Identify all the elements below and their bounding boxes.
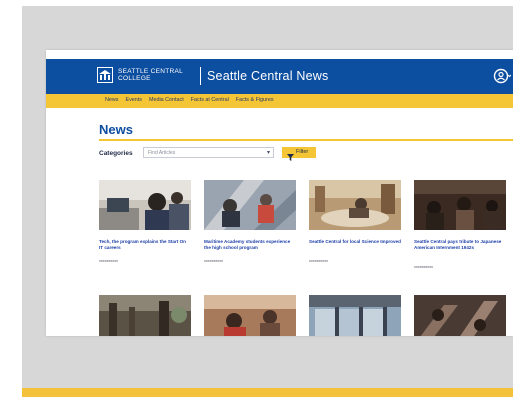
- categories-select[interactable]: Find Articles ▾: [143, 147, 274, 158]
- nav-item-news[interactable]: News: [105, 97, 118, 103]
- college-name[interactable]: SEATTLE CENTRAL COLLEGE: [118, 68, 196, 82]
- filter-button[interactable]: Filter: [282, 147, 316, 161]
- main-nav: News Events Media Contact Facts at Centr…: [46, 94, 513, 108]
- news-card-date: xxxxxxxxxx: [414, 265, 433, 269]
- news-card-date: xxxxxxxxxx: [99, 259, 118, 263]
- nav-item-facts-figures[interactable]: Facts & Figures: [236, 97, 274, 103]
- filter-button-label: Filter: [296, 149, 309, 155]
- nav-item-facts-at-central[interactable]: Facts at Central: [191, 97, 229, 103]
- account-icon[interactable]: [493, 67, 512, 85]
- news-card-title[interactable]: Tech, the program explains the Start On …: [99, 239, 191, 251]
- news-card-title[interactable]: Seattle Central pays tribute to Japanese…: [414, 239, 506, 251]
- college-logo-icon[interactable]: [97, 67, 113, 83]
- news-card-image[interactable]: [414, 295, 506, 336]
- news-card-image[interactable]: [99, 180, 191, 230]
- nav-item-events[interactable]: Events: [125, 97, 141, 103]
- site-title[interactable]: Seattle Central News: [207, 69, 328, 83]
- news-card-date: xxxxxxxxxx: [309, 259, 328, 263]
- news-card-image[interactable]: [414, 180, 506, 230]
- news-card-title[interactable]: Maritime Academy students experience the…: [204, 239, 296, 251]
- nav-item-media-contact[interactable]: Media Contact: [149, 97, 184, 103]
- site-header: SEATTLE CENTRAL COLLEGE Seattle Central …: [46, 59, 513, 94]
- news-card-date: xxxxxxxxxx: [204, 259, 223, 263]
- news-card-image[interactable]: [204, 180, 296, 230]
- news-card-image[interactable]: [309, 295, 401, 336]
- page-title: News: [99, 122, 133, 137]
- news-card-title[interactable]: Seattle Central for local Science Improv…: [309, 239, 401, 245]
- website-screenshot: SEATTLE CENTRAL COLLEGE Seattle Central …: [46, 50, 513, 336]
- accent-bar: [22, 388, 513, 397]
- chevron-down-icon: ▾: [266, 150, 270, 156]
- filter-icon: [287, 149, 294, 164]
- header-divider: [200, 67, 201, 85]
- categories-select-value: Find Articles: [148, 150, 176, 156]
- categories-label: Categories: [99, 150, 133, 157]
- news-card-image[interactable]: [99, 295, 191, 336]
- news-card-image[interactable]: [309, 180, 401, 230]
- news-card-image[interactable]: [204, 295, 296, 336]
- heading-divider: [99, 139, 513, 141]
